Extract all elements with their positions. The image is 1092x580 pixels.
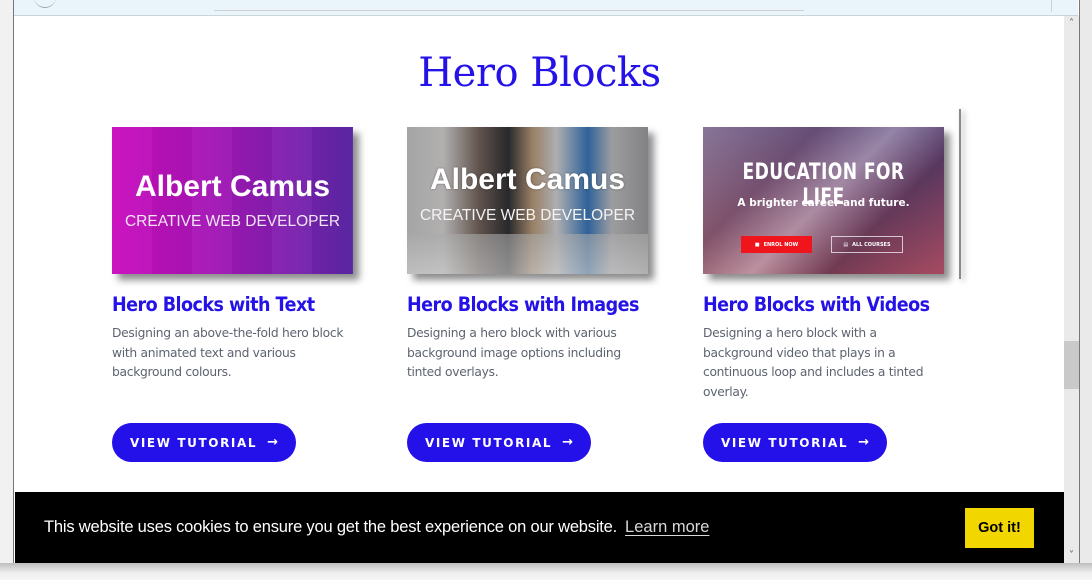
photo-background bbox=[407, 234, 648, 274]
view-tutorial-button[interactable]: VIEW TUTORIAL → bbox=[703, 423, 887, 462]
address-bar[interactable] bbox=[214, 0, 804, 11]
cookie-message: This website uses cookies to ensure you … bbox=[44, 518, 618, 536]
view-tutorial-button[interactable]: VIEW TUTORIAL → bbox=[112, 423, 296, 462]
graduation-cap-icon: ■ bbox=[754, 241, 760, 248]
vertical-scrollbar[interactable]: ˄ ˅ bbox=[1064, 16, 1079, 563]
enrol-label: ENROL NOW bbox=[763, 241, 799, 248]
reload-icon[interactable] bbox=[34, 0, 56, 8]
decorative-shadow bbox=[959, 109, 961, 279]
thumbnail-name: Albert Camus bbox=[134, 170, 331, 203]
learn-more-link[interactable]: Learn more bbox=[625, 518, 709, 537]
scrollbar-thumb[interactable] bbox=[1064, 340, 1079, 389]
card-hero-images: Albert Camus CREATIVE WEB DEVELOPER Hero… bbox=[407, 127, 657, 462]
scroll-down-icon[interactable]: ˅ bbox=[1064, 548, 1079, 563]
card-title[interactable]: Hero Blocks with Videos bbox=[703, 293, 930, 316]
view-tutorial-button[interactable]: VIEW TUTORIAL → bbox=[407, 423, 591, 462]
page-title: Hero Blocks bbox=[418, 50, 661, 96]
thumbnail-enrol-button: ■ ENROL NOW bbox=[741, 236, 812, 253]
cookie-accept-button[interactable]: Got it! bbox=[965, 508, 1034, 548]
courses-icon: ▤ bbox=[843, 241, 849, 248]
card-hero-text: Albert Camus CREATIVE WEB DEVELOPER Hero… bbox=[112, 127, 362, 462]
card-description: Designing an above-the-fold hero block w… bbox=[112, 326, 344, 379]
thumbnail-name: Albert Camus bbox=[429, 163, 626, 196]
thumbnail-role: CREATIVE WEB DEVELOPER bbox=[419, 207, 636, 224]
page-viewport: Hero Blocks Albert Camus CREATIVE WEB DE… bbox=[15, 16, 1064, 563]
window-frame-right bbox=[1079, 0, 1092, 580]
window-frame-bottom bbox=[0, 563, 1092, 580]
window-frame-left bbox=[0, 0, 14, 580]
button-label: VIEW TUTORIAL bbox=[720, 435, 849, 450]
button-label: VIEW TUTORIAL bbox=[424, 435, 553, 450]
card-title[interactable]: Hero Blocks with Images bbox=[407, 293, 639, 316]
toolbar-separator bbox=[1051, 0, 1052, 12]
button-label: VIEW TUTORIAL bbox=[129, 435, 258, 450]
thumbnail-subtitle: A brighter career and future. bbox=[737, 197, 910, 209]
scroll-up-icon[interactable]: ˄ bbox=[1064, 16, 1079, 31]
arrow-right-icon: → bbox=[858, 435, 870, 450]
arrow-right-icon: → bbox=[267, 435, 279, 450]
card-description: Designing a hero block with a background… bbox=[703, 326, 924, 399]
thumbnail-courses-button: ▤ ALL COURSES bbox=[831, 236, 903, 253]
card-description: Designing a hero block with various back… bbox=[407, 326, 621, 379]
thumbnail-hero-videos[interactable]: EDUCATION FOR LIFE A brighter career and… bbox=[703, 127, 944, 274]
card-hero-videos: EDUCATION FOR LIFE A brighter career and… bbox=[703, 127, 953, 462]
thumbnail-hero-text[interactable]: Albert Camus CREATIVE WEB DEVELOPER bbox=[112, 127, 353, 274]
card-title[interactable]: Hero Blocks with Text bbox=[112, 293, 337, 316]
thumbnail-hero-images[interactable]: Albert Camus CREATIVE WEB DEVELOPER bbox=[407, 127, 648, 274]
browser-chrome-strip bbox=[14, 0, 1078, 16]
courses-label: ALL COURSES bbox=[852, 241, 891, 248]
thumbnail-role: CREATIVE WEB DEVELOPER bbox=[124, 213, 341, 230]
cookie-banner: This website uses cookies to ensure you … bbox=[15, 492, 1064, 563]
arrow-right-icon: → bbox=[562, 435, 574, 450]
